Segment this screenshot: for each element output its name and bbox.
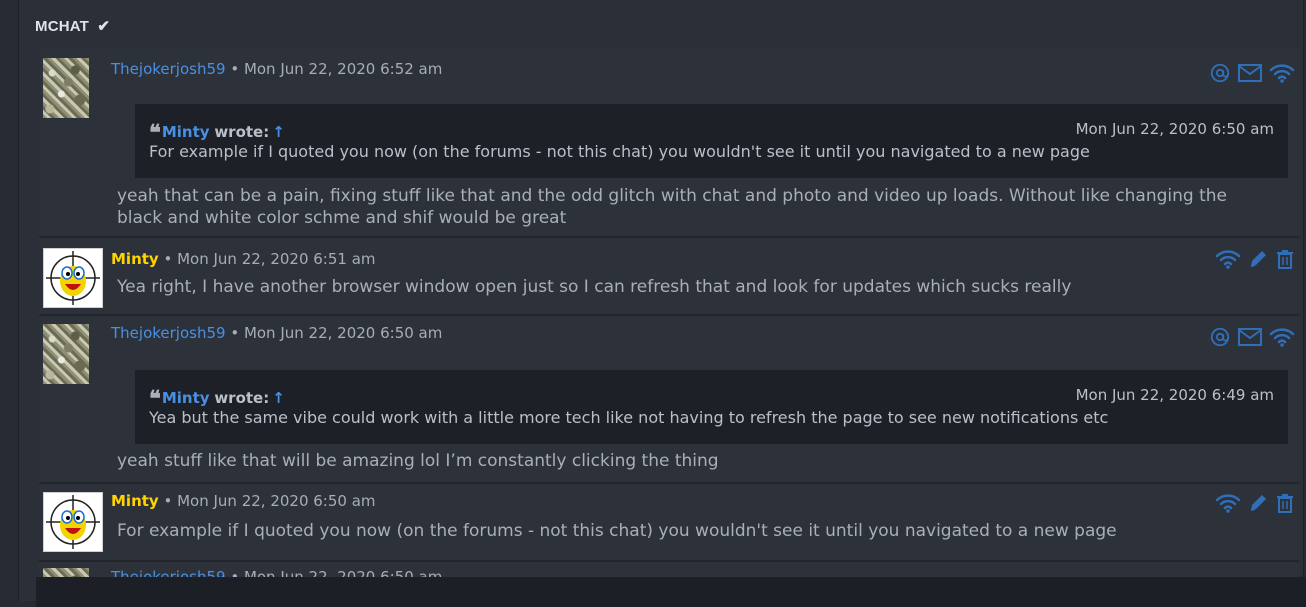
quote-block: ❝ Minty wrote: ↑ Mon Jun 22, 2020 6:49 am …: [135, 370, 1288, 444]
trash-icon[interactable]: [1275, 492, 1295, 514]
quote-author-link[interactable]: Minty: [162, 123, 210, 141]
message-meta: Thejokerjosh59 • Mon Jun 22, 2020 6:50 a…: [111, 324, 442, 342]
username-link[interactable]: Thejokerjosh59: [111, 324, 226, 342]
wifi-icon[interactable]: [1269, 326, 1295, 348]
checkmark-icon: ✔: [97, 18, 111, 35]
envelope-icon[interactable]: [1237, 326, 1263, 348]
message-text: yeah that can be a pain, fixing stuff li…: [117, 186, 1228, 228]
envelope-icon[interactable]: [1237, 62, 1263, 84]
message-actions: [1215, 248, 1295, 270]
message-meta: Minty • Mon Jun 22, 2020 6:51 am: [111, 250, 376, 268]
meta-separator: •: [158, 492, 178, 510]
quote-date: Mon Jun 22, 2020 6:49 am: [1075, 386, 1274, 404]
username-link[interactable]: Minty: [111, 250, 159, 268]
mention-icon[interactable]: [1209, 62, 1231, 84]
wifi-icon[interactable]: [1215, 248, 1241, 270]
message-date: Mon Jun 22, 2020 6:52 am: [243, 60, 443, 78]
message-text: For example if I quoted you now (on the …: [117, 521, 1117, 541]
avatar[interactable]: [43, 492, 103, 552]
chat-message: Thejokerjosh59 • Mon Jun 22, 2020 6:50 a…: [39, 316, 1299, 484]
chat-message: Minty • Mon Jun 22, 2020 6:50 am For exa…: [39, 484, 1299, 562]
avatar[interactable]: [43, 58, 89, 118]
chat-input-bar[interactable]: [36, 577, 1306, 607]
quote-wrote-label: wrote:: [214, 123, 270, 141]
quote-text: Yea but the same vibe could work with a …: [149, 408, 1109, 427]
mention-icon[interactable]: [1209, 326, 1231, 348]
smiley-avatar-icon: [46, 251, 100, 305]
edit-pencil-icon[interactable]: [1247, 492, 1269, 514]
meta-separator: •: [225, 60, 244, 78]
mchat-title: MCHAT: [35, 18, 90, 35]
chat-message: Minty • Mon Jun 22, 2020 6:51 am Yea rig…: [39, 238, 1299, 316]
message-meta: Thejokerjosh59 • Mon Jun 22, 2020 6:52 a…: [111, 60, 442, 78]
message-date: Mon Jun 22, 2020 6:50 am: [243, 324, 443, 342]
wifi-icon[interactable]: [1269, 62, 1295, 84]
username-link[interactable]: Minty: [111, 492, 159, 510]
username-link[interactable]: Thejokerjosh59: [111, 60, 226, 78]
chat-message: Thejokerjosh59 • Mon Jun 22, 2020 6:52 a…: [39, 48, 1299, 238]
edit-pencil-icon[interactable]: [1247, 248, 1269, 270]
quote-text: For example if I quoted you now (on the …: [149, 142, 1090, 161]
message-text: Yea right, I have another browser window…: [117, 277, 1072, 297]
meta-separator: •: [225, 324, 244, 342]
quote-author-link[interactable]: Minty: [162, 389, 210, 407]
meta-separator: •: [158, 250, 178, 268]
trash-icon[interactable]: [1275, 248, 1295, 270]
quote-jump-arrow-icon[interactable]: ↑: [272, 389, 285, 407]
mchat-header[interactable]: MCHAT ✔: [35, 17, 110, 35]
message-date: Mon Jun 22, 2020 6:50 am: [177, 492, 376, 510]
message-actions: [1215, 492, 1295, 514]
quote-date: Mon Jun 22, 2020 6:50 am: [1075, 120, 1274, 138]
quote-jump-arrow-icon[interactable]: ↑: [272, 123, 285, 141]
avatar[interactable]: [43, 324, 89, 384]
message-actions: [1209, 62, 1295, 84]
message-actions: [1209, 326, 1295, 348]
quote-wrote-label: wrote:: [214, 389, 270, 407]
wifi-icon[interactable]: [1215, 492, 1241, 514]
message-meta: Minty • Mon Jun 22, 2020 6:50 am: [111, 492, 376, 510]
smiley-avatar-icon: [46, 495, 100, 549]
avatar[interactable]: [43, 248, 103, 308]
quote-block: ❝ Minty wrote: ↑ Mon Jun 22, 2020 6:50 am …: [135, 104, 1288, 178]
message-text: yeah stuff like that will be amazing lol…: [117, 451, 719, 471]
mchat-panel: MCHAT ✔ Thejokerjosh59 • Mon Jun 22, 202…: [18, 0, 1304, 601]
message-date: Mon Jun 22, 2020 6:51 am: [177, 250, 376, 268]
